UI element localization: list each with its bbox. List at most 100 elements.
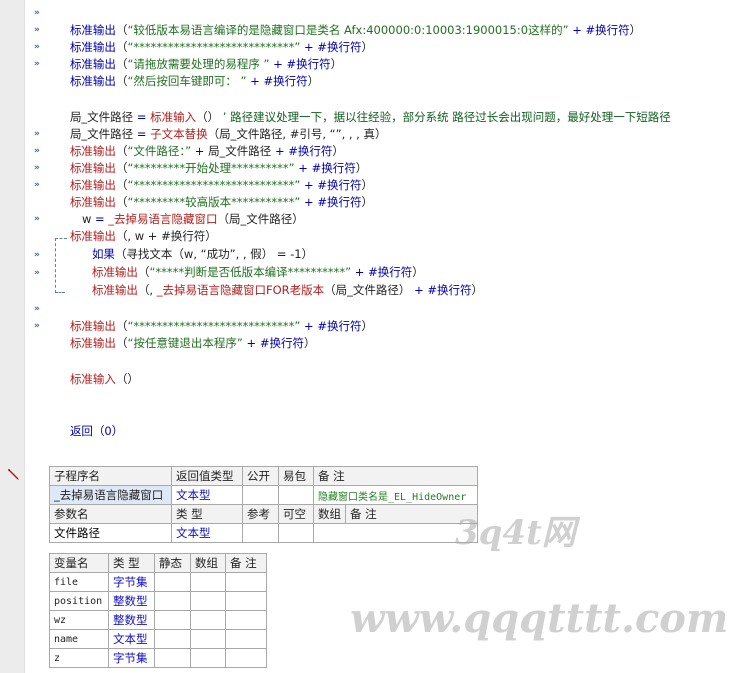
column-header: 参考 [242, 504, 279, 524]
call-args: （局_文件路径） [324, 283, 411, 297]
paren: ） [303, 336, 316, 350]
operator: + [250, 74, 260, 88]
paren: （, [137, 283, 154, 297]
constant: #换行符 [263, 74, 308, 88]
var-static-cell[interactable] [154, 610, 191, 630]
line-marker-icon: » [34, 214, 40, 224]
column-header: 公开 [242, 466, 279, 486]
table-row[interactable]: position 整数型 [49, 591, 267, 611]
call-name: _去掉易语言隐藏窗口FOR老版本 [156, 283, 325, 297]
var-static-cell[interactable] [154, 591, 191, 611]
var-static-cell[interactable] [154, 572, 191, 592]
var-note-cell[interactable] [225, 572, 267, 592]
call-name: 标准输出 [69, 74, 116, 88]
call-name: 标准输出 [69, 336, 116, 350]
var-type-cell[interactable]: 整数型 [108, 610, 155, 630]
line-marker-icon: » [34, 146, 40, 156]
paren: （ [115, 74, 128, 88]
column-header: 备 注 [225, 553, 267, 573]
column-header: 备 注 [350, 507, 377, 521]
paren: （ [115, 336, 128, 350]
table-row[interactable]: wz 整数型 [49, 610, 267, 630]
constant: #换行符 [259, 336, 304, 350]
column-header: 类 型 [171, 504, 243, 524]
var-type-cell[interactable]: 整数型 [108, 591, 155, 611]
column-header: 数组 [314, 505, 346, 523]
pencil-icon [8, 469, 19, 480]
var-array-cell[interactable] [190, 572, 226, 592]
var-name-cell[interactable]: z [49, 648, 109, 668]
var-static-cell[interactable] [154, 629, 191, 649]
call-args: （） [115, 372, 139, 386]
var-name-cell[interactable]: name [49, 629, 109, 649]
constant: #换行符 [317, 195, 362, 209]
table-header-row: 变量名 类 型 静态 数组 备 注 [49, 553, 267, 573]
column-header: 子程序名 [49, 466, 172, 486]
line-marker-icon: » [34, 25, 40, 35]
watermark: www.qqqtttt.com [350, 595, 729, 642]
column-header: 参数名 [49, 504, 172, 524]
column-header: 数组 [190, 553, 226, 573]
column-header: 类 型 [108, 553, 155, 573]
param-extra-headers: 数组备 注 [313, 504, 478, 524]
line-marker-icon: » [34, 42, 40, 52]
table-row[interactable]: _去掉易语言隐藏窗口 文本型 隐藏窗口类名是_EL_HideOwner [49, 485, 478, 505]
var-type-cell[interactable]: 字节集 [108, 572, 155, 592]
line-marker-icon: » [34, 59, 40, 69]
var-type-cell[interactable]: 字节集 [108, 648, 155, 668]
var-note-cell[interactable] [225, 648, 267, 668]
line-marker-icon: » [34, 8, 40, 18]
var-name-cell[interactable]: file [49, 572, 109, 592]
table-row[interactable]: name 文本型 [49, 629, 267, 649]
string-literal: “按任意键退出本程序” [127, 336, 243, 350]
var-array-cell[interactable] [190, 648, 226, 668]
return-type-cell[interactable]: 文本型 [171, 485, 243, 505]
column-header: 静态 [154, 553, 191, 573]
constant: #换行符 [317, 319, 362, 333]
param-name-cell[interactable]: 文件路径 [49, 523, 172, 543]
var-name-cell[interactable]: wz [49, 610, 109, 630]
param-ref-cell[interactable] [242, 523, 279, 543]
var-array-cell[interactable] [190, 629, 226, 649]
table-row[interactable]: file 字节集 [49, 572, 267, 592]
if-block-guide [55, 292, 65, 293]
param-type-cell[interactable]: 文本型 [171, 523, 243, 543]
variable-table: 变量名 类 型 静态 数组 备 注 file 字节集 position 整数型 … [49, 553, 267, 668]
editor-gutter [0, 0, 25, 673]
paren: ） [471, 283, 484, 297]
var-note-cell[interactable] [225, 591, 267, 611]
line-marker-icon: » [34, 321, 40, 331]
paren: ） [629, 23, 642, 37]
var-array-cell[interactable] [190, 610, 226, 630]
subroutine-table: 子程序名 返回值类型 公开 易包 备 注 _去掉易语言隐藏窗口 文本型 隐藏窗口… [49, 466, 478, 543]
column-header: 备 注 [313, 466, 478, 486]
line-marker-icon: » [34, 180, 40, 190]
table-row[interactable]: z 字节集 [49, 648, 267, 668]
param-nullable-cell[interactable] [278, 523, 314, 543]
paren: ） [361, 195, 373, 209]
sub-name-cell[interactable]: _去掉易语言隐藏窗口 [49, 485, 172, 505]
table-header-row: 子程序名 返回值类型 公开 易包 备 注 [49, 466, 478, 486]
keyword-return: 返回 [69, 424, 93, 438]
line-marker-icon: » [34, 163, 40, 173]
var-static-cell[interactable] [154, 648, 191, 668]
param-extra-cell[interactable] [313, 523, 478, 543]
column-header: 易包 [278, 466, 314, 486]
line-marker-icon: » [34, 250, 40, 260]
column-header: 变量名 [49, 553, 109, 573]
note-cell[interactable]: 隐藏窗口类名是_EL_HideOwner [313, 485, 478, 505]
line-marker-icon: » [34, 268, 40, 278]
var-note-cell[interactable] [225, 629, 267, 649]
operator: + [246, 336, 257, 350]
param-header-row: 参数名 类 型 参考 可空 数组备 注 [49, 504, 478, 524]
public-cell[interactable] [242, 485, 279, 505]
line-marker-icon: » [34, 129, 40, 139]
package-cell[interactable] [278, 485, 314, 505]
var-note-cell[interactable] [225, 610, 267, 630]
var-array-cell[interactable] [190, 591, 226, 611]
call-args: （局_文件路径） [217, 212, 304, 226]
var-name-cell[interactable]: position [49, 591, 109, 611]
var-type-cell[interactable]: 文本型 [108, 629, 155, 649]
table-row[interactable]: 文件路径 文本型 [49, 523, 478, 543]
call-args: （0） [92, 424, 124, 438]
